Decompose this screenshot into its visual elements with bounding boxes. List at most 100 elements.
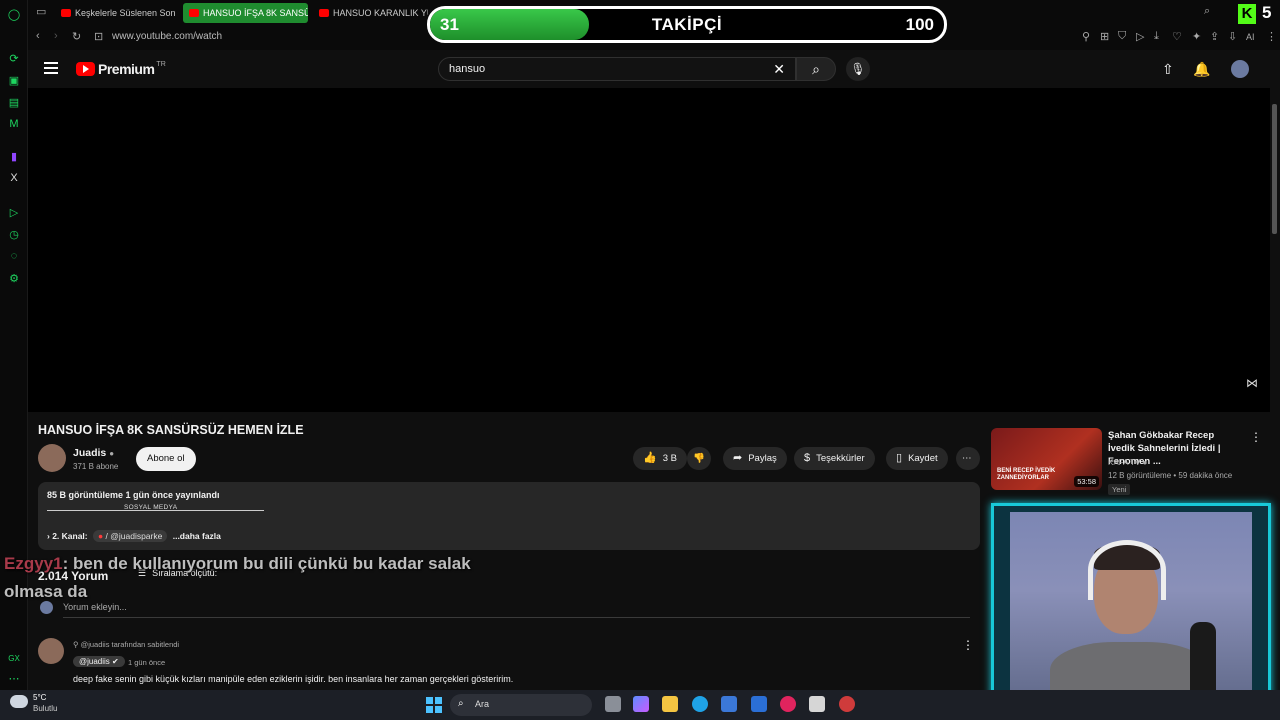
search-button[interactable]: ⌕ <box>796 57 836 81</box>
speed-dial-icon[interactable]: ⟳ <box>6 50 22 66</box>
player-corner-icon: ⋈ <box>1246 376 1258 390</box>
account-avatar[interactable] <box>1231 60 1249 78</box>
youtube-favicon-icon <box>61 9 71 17</box>
video-title: HANSUO İFŞA 8K SANSÜRSÜZ HEMEN İZLE <box>38 423 304 437</box>
more-actions-button[interactable]: ⋯ <box>956 447 980 470</box>
chat-icon[interactable]: ◌ <box>6 248 22 264</box>
page-scrollbar[interactable] <box>1272 104 1277 234</box>
channel-name[interactable]: Juadis ● <box>73 447 114 459</box>
weather-temp[interactable]: 5°C <box>33 693 46 702</box>
taskbar-search[interactable]: ⌕ Ara <box>450 694 592 716</box>
obs-icon[interactable] <box>839 696 855 712</box>
youtube-favicon-icon <box>189 9 199 17</box>
mail-app-icon[interactable] <box>751 696 767 712</box>
voice-search-button[interactable]: 🎙 <box>846 57 870 81</box>
cloud-icon[interactable] <box>10 695 28 708</box>
reload-icon[interactable]: ↻ <box>72 30 81 43</box>
thumbnail-caption: BENİ RECEP İVEDİK ZANNEDİYORLAR <box>997 468 1056 481</box>
second-channel-line: › 2. Kanal: ● / @juadisparke ...daha faz… <box>47 530 221 542</box>
gx-corner-icon[interactable]: ▤ <box>6 94 22 110</box>
opera-gx-icon[interactable] <box>780 696 796 712</box>
play-icon[interactable]: ▷ <box>1136 30 1144 43</box>
copilot-icon[interactable] <box>633 696 649 712</box>
tab-hansuo-ifsa[interactable]: HANSUO İFŞA 8K SANSÜ <box>183 3 308 23</box>
share-button[interactable]: ➦ Paylaş <box>723 447 787 470</box>
recommended-menu-icon[interactable]: ⋮ <box>1250 430 1262 444</box>
pinned-label: ⚲ @juadiis tarafından sabitlendi <box>73 640 180 649</box>
thumbs-down-icon: 👎 <box>693 453 705 464</box>
shield-icon[interactable]: ⛉ <box>1118 30 1126 43</box>
thanks-button[interactable]: $ Teşekkürler <box>794 447 875 470</box>
edge-icon[interactable] <box>692 696 708 712</box>
recommended-thumbnail[interactable]: BENİ RECEP İVEDİK ZANNEDİYORLAR 53:58 <box>991 428 1102 490</box>
twitch-icon[interactable]: ▮ <box>6 148 22 164</box>
file-explorer-icon[interactable] <box>662 696 678 712</box>
mail-icon[interactable]: M <box>6 116 22 132</box>
save-button[interactable]: ▯ Kaydet <box>886 447 948 470</box>
snapshot-icon[interactable]: ⊞ <box>1100 30 1109 43</box>
tab-hansuo-karanlik[interactable]: HANSUO KARANLIK YÜZ <box>313 3 428 23</box>
comment-menu-icon[interactable]: ⋮ <box>962 638 974 652</box>
bag-icon[interactable]: ▣ <box>6 72 22 88</box>
pin-icon: ⚲ <box>73 640 81 649</box>
recommended-channel[interactable]: KAFA TV ● <box>1108 458 1147 467</box>
youtube-logo[interactable]: Premium TR <box>76 61 166 77</box>
downloads-icon[interactable]: ⇩ <box>1228 30 1237 43</box>
webcam-overlay <box>991 503 1271 713</box>
verified-icon: ● <box>109 449 115 458</box>
search-icon: ⌕ <box>458 698 464 709</box>
url-field[interactable]: www.youtube.com/watch <box>112 31 222 42</box>
stream-chat-message: Ezgyy1: ben de kullanıyorum bu dili çünk… <box>4 550 494 606</box>
channel-avatar[interactable] <box>38 444 66 472</box>
windows-start-icon[interactable] <box>426 697 442 713</box>
search-icon: ⌕ <box>812 61 820 77</box>
video-player[interactable]: ⋈ <box>28 88 1270 412</box>
more-icon[interactable]: ⋯ <box>6 670 22 686</box>
description-box[interactable]: 85 B görüntüleme 1 gün önce yayınlandı S… <box>38 482 980 550</box>
tab-keskelerle[interactable]: Keşkelerle Süslenen Sonb <box>55 3 175 23</box>
clear-search-icon[interactable]: ✕ <box>773 61 785 78</box>
gx-control-icon[interactable]: GX <box>6 650 22 666</box>
show-more-link[interactable]: ...daha fazla <box>173 531 221 541</box>
history-icon[interactable]: ◷ <box>6 226 22 242</box>
settings-icon[interactable]: ⚙ <box>6 270 22 286</box>
search-tabs-icon[interactable]: ⌕ <box>1204 5 1210 18</box>
back-icon[interactable]: ‹ <box>36 30 40 42</box>
tab-menu-icon[interactable]: ▭ <box>36 5 46 18</box>
comment-author[interactable]: @juadiis ✔ <box>73 656 125 667</box>
chat-username: Ezgyy1 <box>4 554 63 573</box>
thumbs-up-icon: 👍 <box>643 452 657 464</box>
task-view-icon[interactable] <box>605 696 621 712</box>
share-icon[interactable]: ⇪ <box>1210 30 1219 43</box>
download-icon[interactable]: ⤓ <box>1154 30 1159 43</box>
pin-icon[interactable]: ⚲ <box>1082 30 1090 43</box>
social-heading: SOSYAL MEDYA <box>124 504 178 511</box>
subscribe-button[interactable]: Abone ol <box>136 447 196 471</box>
goal-target: 100 <box>905 15 934 34</box>
app-icon[interactable] <box>809 696 825 712</box>
heart-icon[interactable]: ♡ <box>1172 30 1182 43</box>
input-underline <box>63 617 970 618</box>
notifications-icon[interactable]: 🔔 <box>1193 61 1210 78</box>
comment-avatar[interactable] <box>38 638 64 664</box>
search-box[interactable]: hansuo ✕ <box>438 57 796 81</box>
search-input[interactable]: hansuo <box>449 63 485 75</box>
like-button[interactable]: 👍 3 B <box>633 447 687 470</box>
taskbar: 5°C Bulutlu ⌕ Ara <box>0 690 1280 720</box>
dislike-button[interactable]: 👎 <box>687 447 711 470</box>
player-icon[interactable]: ▷ <box>6 204 22 220</box>
extensions-icon[interactable]: ✦ <box>1192 30 1201 43</box>
ai-icon[interactable]: AI <box>1246 32 1255 42</box>
x-icon[interactable]: X <box>6 170 22 186</box>
forward-icon[interactable]: › <box>54 30 58 42</box>
menu-icon[interactable] <box>44 62 58 74</box>
browser-menu-icon[interactable]: ⋮ <box>1266 30 1277 43</box>
store-icon[interactable] <box>721 696 737 712</box>
channel-link[interactable]: ● / @juadisparke <box>93 530 168 542</box>
opera-logo-icon[interactable]: ◯ <box>6 6 22 22</box>
bookmark-icon: ▯ <box>896 452 903 464</box>
microphone-icon: 🎙 <box>850 62 866 76</box>
upload-icon[interactable]: ⇧ <box>1162 61 1174 78</box>
weather-desc[interactable]: Bulutlu <box>33 704 57 713</box>
video-duration: 53:58 <box>1074 476 1099 487</box>
